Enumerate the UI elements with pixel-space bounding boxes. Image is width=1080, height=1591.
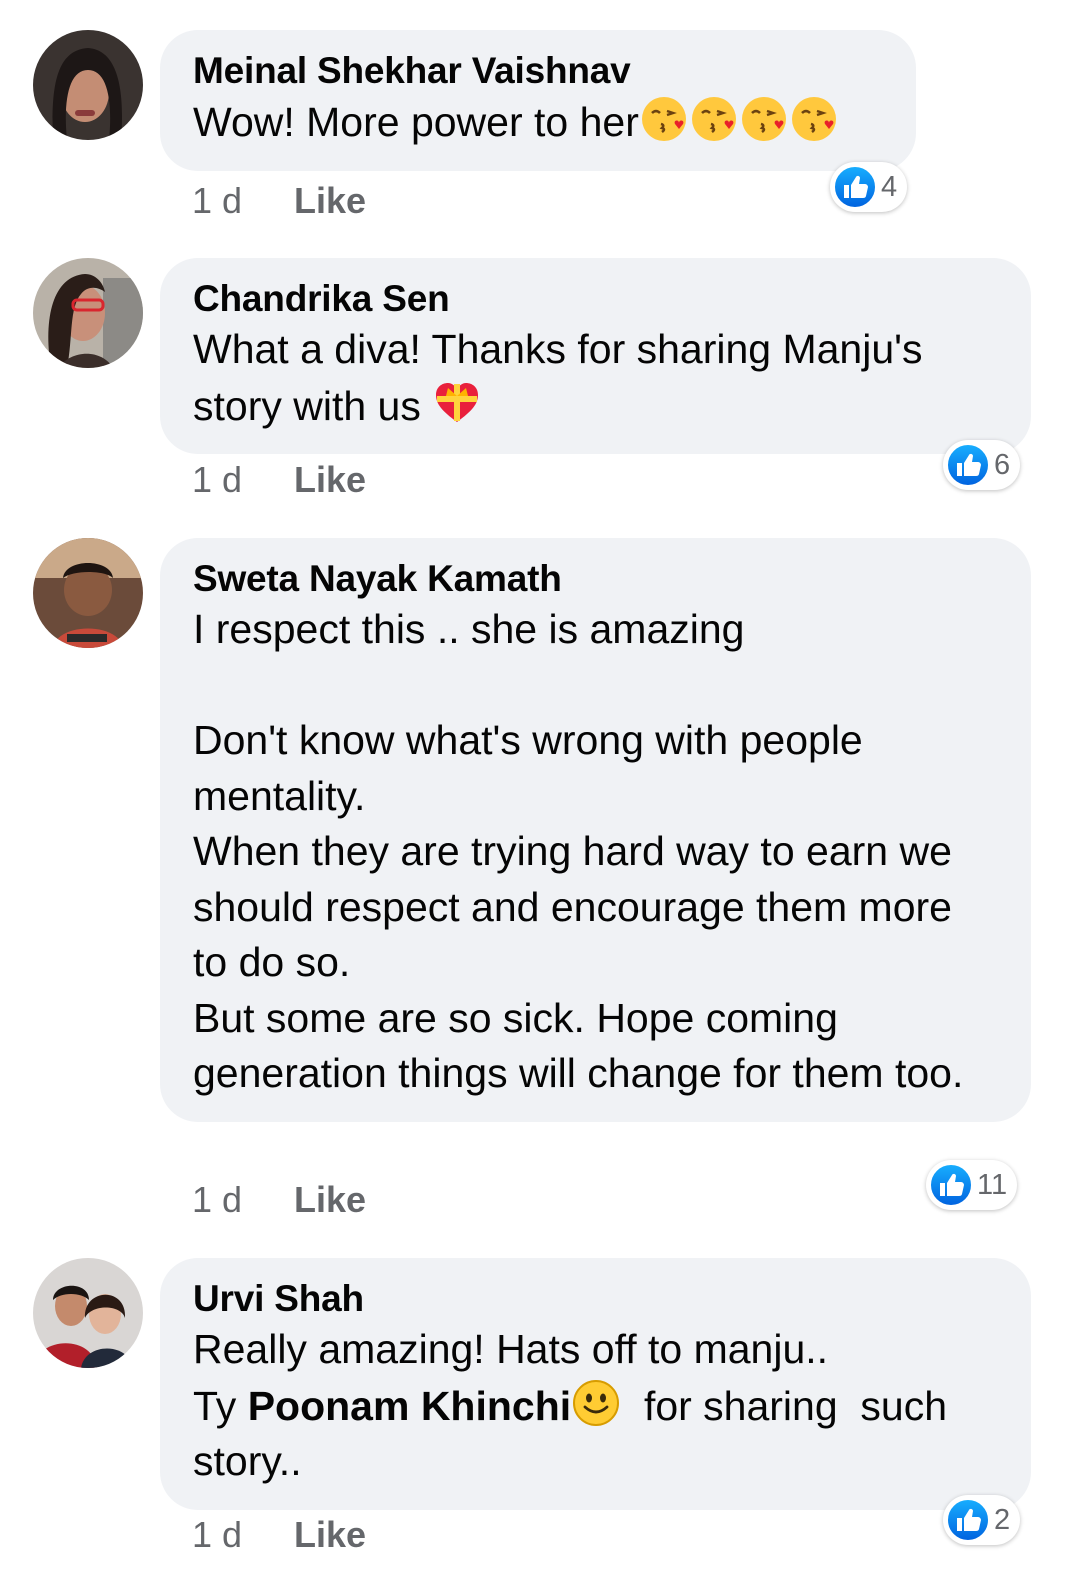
reaction-summary[interactable]: 2: [943, 1495, 1021, 1545]
face-blowing-kiss-emoji: [639, 94, 689, 144]
comment-bubble: Urvi Shah Really amazing! Hats off to ma…: [160, 1258, 1031, 1510]
comment-author[interactable]: Chandrika Sen: [193, 276, 995, 322]
avatar[interactable]: [33, 1258, 143, 1368]
like-icon: [929, 1163, 973, 1207]
comment-timestamp[interactable]: 1 d: [192, 1514, 242, 1555]
comment-author[interactable]: Urvi Shah: [193, 1276, 995, 1322]
avatar-photo: [33, 538, 143, 648]
comment-bubble: Sweta Nayak Kamath I respect this .. she…: [160, 538, 1031, 1122]
like-icon: [946, 1498, 990, 1542]
comment-author[interactable]: Sweta Nayak Kamath: [193, 556, 995, 602]
comment-bubble: Meinal Shekhar Vaishnav Wow! More power …: [160, 30, 916, 171]
comment-text: Wow! More power to her: [193, 94, 880, 151]
reaction-summary[interactable]: 6: [943, 440, 1021, 490]
comment-meta: 1 d Like: [192, 1514, 366, 1556]
avatar[interactable]: [33, 538, 143, 648]
comment-meta: 1 d Like: [192, 180, 366, 222]
smiling-face-emoji: [571, 1378, 621, 1428]
avatar-photo: [33, 30, 143, 140]
reaction-count: 6: [994, 448, 1011, 481]
comment-timestamp[interactable]: 1 d: [192, 1179, 242, 1220]
like-icon: [946, 443, 990, 487]
like-button[interactable]: Like: [294, 1514, 366, 1555]
like-button[interactable]: Like: [294, 180, 366, 221]
like-button[interactable]: Like: [294, 459, 366, 500]
comment-meta: 1 d Like: [192, 1179, 366, 1221]
heart-with-ribbon-emoji: [432, 378, 482, 428]
comment-timestamp[interactable]: 1 d: [192, 459, 242, 500]
reaction-summary[interactable]: 11: [926, 1160, 1018, 1210]
face-blowing-kiss-emoji: [789, 94, 839, 144]
comment-author[interactable]: Meinal Shekhar Vaishnav: [193, 48, 880, 94]
avatar-photo: [33, 258, 143, 368]
reaction-count: 2: [994, 1503, 1011, 1536]
avatar[interactable]: [33, 258, 143, 368]
reaction-count: 11: [977, 1168, 1008, 1201]
face-blowing-kiss-emoji: [739, 94, 789, 144]
mention-link[interactable]: Poonam Khinchi: [248, 1383, 571, 1429]
comment-text: What a diva! Thanks for sharing Manju's …: [193, 326, 934, 429]
like-icon: [833, 165, 877, 209]
comment-meta: 1 d Like: [192, 459, 366, 501]
comment-text: Really amazing! Hats off to manju.. Ty P…: [193, 1326, 959, 1484]
comment-timestamp[interactable]: 1 d: [192, 180, 242, 221]
reaction-summary[interactable]: 4: [830, 162, 908, 212]
comment-bubble: Chandrika Sen What a diva! Thanks for sh…: [160, 258, 1031, 454]
avatar[interactable]: [33, 30, 143, 140]
face-blowing-kiss-emoji: [689, 94, 739, 144]
reaction-count: 4: [881, 170, 898, 203]
like-button[interactable]: Like: [294, 1179, 366, 1220]
comment-text: I respect this .. she is amazing Don't k…: [193, 606, 964, 1096]
avatar-photo: [33, 1258, 143, 1368]
